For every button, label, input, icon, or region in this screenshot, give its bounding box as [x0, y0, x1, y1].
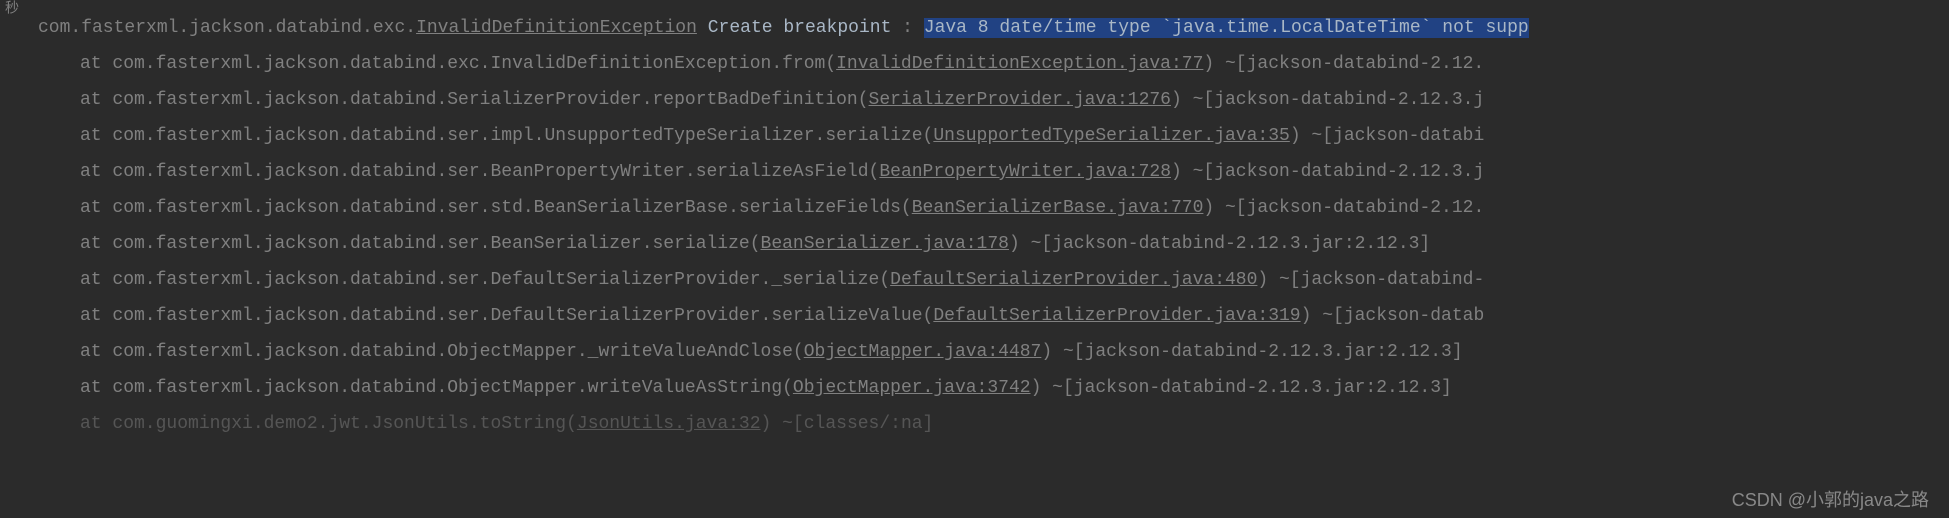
colon: : — [891, 18, 923, 38]
watermark: CSDN @小郭的java之路 — [1732, 486, 1929, 512]
stacktrace-suffix: ) ~[jackson-databind-2.12.3.jar:2.12.3] — [1031, 378, 1452, 398]
source-link[interactable]: DefaultSerializerProvider.java:480 — [890, 270, 1257, 290]
stacktrace-suffix: ) ~[classes/:na] — [761, 414, 934, 434]
source-link[interactable]: BeanSerializerBase.java:770 — [912, 198, 1204, 218]
stacktrace-line: at com.fasterxml.jackson.databind.ser.De… — [0, 298, 1949, 334]
sidebar-label: 秒 — [0, 0, 20, 14]
source-link[interactable]: DefaultSerializerProvider.java:319 — [933, 306, 1300, 326]
stacktrace-line: at com.fasterxml.jackson.databind.ser.Be… — [0, 226, 1949, 262]
stacktrace-at: at com.fasterxml.jackson.databind.ser.Be… — [80, 234, 761, 254]
stacktrace-suffix: ) ~[jackson-databind-2.12. — [1203, 54, 1484, 74]
stacktrace-at: at com.guomingxi.demo2.jwt.JsonUtils.toS… — [80, 414, 577, 434]
source-link[interactable]: SerializerProvider.java:1276 — [869, 90, 1171, 110]
exception-prefix: com.fasterxml.jackson.databind.exc. — [38, 18, 416, 38]
stacktrace-at: at com.fasterxml.jackson.databind.exc.In… — [80, 54, 836, 74]
stacktrace-line: at com.guomingxi.demo2.jwt.JsonUtils.toS… — [0, 406, 1949, 442]
stacktrace-at: at com.fasterxml.jackson.databind.Object… — [80, 378, 793, 398]
stacktrace-line: at com.fasterxml.jackson.databind.exc.In… — [0, 46, 1949, 82]
stacktrace-line: at com.fasterxml.jackson.databind.ser.De… — [0, 262, 1949, 298]
stacktrace-suffix: ) ~[jackson-databind-2.12. — [1203, 198, 1484, 218]
source-link[interactable]: ObjectMapper.java:3742 — [793, 378, 1031, 398]
stacktrace-suffix: ) ~[jackson-databi — [1290, 126, 1484, 146]
console-output: com.fasterxml.jackson.databind.exc.Inval… — [0, 0, 1949, 442]
stacktrace-suffix: ) ~[jackson-datab — [1301, 306, 1485, 326]
source-link[interactable]: BeanSerializer.java:178 — [761, 234, 1009, 254]
stacktrace-line: at com.fasterxml.jackson.databind.ser.im… — [0, 118, 1949, 154]
stacktrace-exception-line: com.fasterxml.jackson.databind.exc.Inval… — [0, 10, 1949, 46]
stacktrace-suffix: ) ~[jackson-databind-2.12.3.j — [1171, 162, 1484, 182]
stacktrace-line: at com.fasterxml.jackson.databind.ser.st… — [0, 190, 1949, 226]
stacktrace-line: at com.fasterxml.jackson.databind.Object… — [0, 370, 1949, 406]
stacktrace-line: at com.fasterxml.jackson.databind.Serial… — [0, 82, 1949, 118]
stacktrace-at: at com.fasterxml.jackson.databind.ser.st… — [80, 198, 912, 218]
stacktrace-at: at com.fasterxml.jackson.databind.Serial… — [80, 90, 869, 110]
source-link[interactable]: InvalidDefinitionException.java:77 — [836, 54, 1203, 74]
source-link[interactable]: JsonUtils.java:32 — [577, 414, 761, 434]
stacktrace-suffix: ) ~[jackson-databind-2.12.3.jar:2.12.3] — [1041, 342, 1462, 362]
source-link[interactable]: UnsupportedTypeSerializer.java:35 — [933, 126, 1289, 146]
stacktrace-suffix: ) ~[jackson-databind-2.12.3.j — [1171, 90, 1484, 110]
stacktrace-at: at com.fasterxml.jackson.databind.ser.Be… — [80, 162, 879, 182]
source-link[interactable]: BeanPropertyWriter.java:728 — [879, 162, 1171, 182]
stacktrace-at: at com.fasterxml.jackson.databind.ser.De… — [80, 306, 933, 326]
stacktrace-at: at com.fasterxml.jackson.databind.ser.im… — [80, 126, 933, 146]
stacktrace-at: at com.fasterxml.jackson.databind.ser.De… — [80, 270, 890, 290]
source-link[interactable]: ObjectMapper.java:4487 — [804, 342, 1042, 362]
stacktrace-line: at com.fasterxml.jackson.databind.ser.Be… — [0, 154, 1949, 190]
exception-message-highlight[interactable]: Java 8 date/time type `java.time.LocalDa… — [924, 18, 1529, 38]
exception-class-link[interactable]: InvalidDefinitionException — [416, 18, 697, 38]
stacktrace-line: at com.fasterxml.jackson.databind.Object… — [0, 334, 1949, 370]
stacktrace-at: at com.fasterxml.jackson.databind.Object… — [80, 342, 804, 362]
stacktrace-suffix: ) ~[jackson-databind-2.12.3.jar:2.12.3] — [1009, 234, 1430, 254]
stacktrace-suffix: ) ~[jackson-databind- — [1257, 270, 1484, 290]
create-breakpoint-link[interactable]: Create breakpoint — [708, 18, 892, 38]
